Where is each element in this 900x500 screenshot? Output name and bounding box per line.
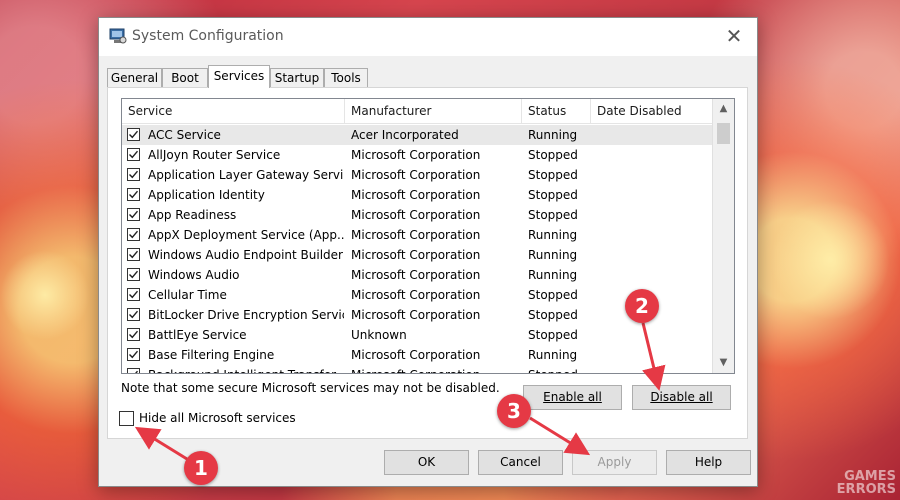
callout-badge-2: 2 bbox=[625, 289, 659, 323]
watermark-line-2: ERRORS bbox=[836, 482, 896, 497]
site-watermark: GAMES ERRORS bbox=[837, 470, 896, 496]
callout-badge-3: 3 bbox=[497, 394, 531, 428]
callout-badge-1: 1 bbox=[184, 451, 218, 485]
tab-services[interactable]: Services bbox=[208, 65, 270, 88]
callout-3-arrow bbox=[529, 416, 591, 456]
callout-1-arrow bbox=[134, 426, 188, 461]
annotation-arrows bbox=[134, 322, 666, 461]
callout-2-arrow bbox=[641, 322, 666, 391]
